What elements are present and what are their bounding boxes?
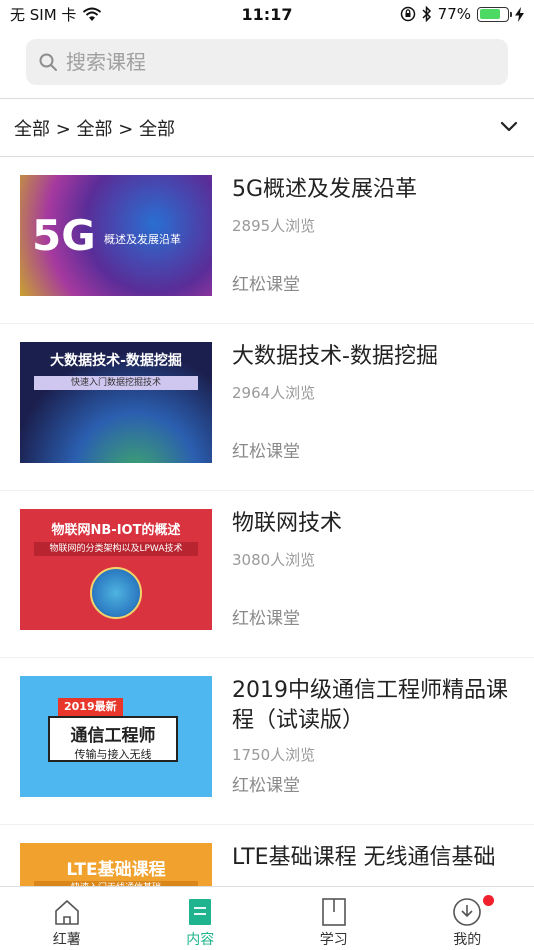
thumbnail-tag: 2019最新 <box>58 698 123 716</box>
course-views: 3080人浏览 <box>232 551 316 569</box>
search-bar[interactable] <box>26 39 508 85</box>
course-list: 5G 概述及发展沿革 5G概述及发展沿革 2895人浏览 红松课堂 大数据技术-… <box>0 157 534 950</box>
book-icon <box>321 898 346 926</box>
home-icon <box>54 900 79 925</box>
tab-home[interactable]: 红薯 <box>0 887 134 950</box>
course-title[interactable]: 2019中级通信工程师精品课程（试读版） <box>232 676 514 736</box>
course-item[interactable]: 物联网NB-IOT的概述 物联网的分类架构以及LPWA技术 物联网技术 3080… <box>0 491 534 658</box>
status-bar: 无 SIM 卡 11:17 77% <box>0 0 534 28</box>
header-divider <box>0 98 534 99</box>
category-filter[interactable]: 全部 > 全部 > 全部 <box>0 100 534 156</box>
thumbnail-subtext: 物联网的分类架构以及LPWA技术 <box>34 542 198 556</box>
course-thumbnail[interactable]: 5G 概述及发展沿革 <box>20 175 212 296</box>
carrier-label: 无 SIM 卡 <box>10 5 77 24</box>
search-icon <box>39 53 57 71</box>
course-organization: 红松课堂 <box>232 776 300 796</box>
course-info: 2019中级通信工程师精品课程（试读版） 1750人浏览 红松课堂 <box>232 676 514 824</box>
course-title[interactable]: LTE基础课程 无线通信基础 <box>232 843 514 873</box>
wifi-icon <box>83 7 102 21</box>
bluetooth-icon <box>422 6 431 22</box>
course-views: 2964人浏览 <box>232 384 316 402</box>
thumbnail-subtext: 传输与接入无线 <box>74 748 152 761</box>
status-right: 77% <box>400 5 524 23</box>
notification-badge <box>482 895 494 906</box>
thumbnail-text: 物联网NB-IOT的概述 <box>51 523 181 538</box>
bottom-tab-bar: 红薯 内容 学习 我的 <box>0 886 534 950</box>
course-title[interactable]: 大数据技术-数据挖掘 <box>232 342 514 372</box>
thumbnail-subtext: 快速入门数据挖掘技术 <box>34 376 198 390</box>
thumbnail-subtext: 概述及发展沿革 <box>104 233 181 246</box>
category-breadcrumb[interactable]: 全部 > 全部 > 全部 <box>14 115 175 141</box>
course-info: 物联网技术 3080人浏览 红松课堂 <box>232 509 514 657</box>
tab-label: 红薯 <box>52 932 81 948</box>
thumbnail-text: LTE基础课程 <box>66 860 166 880</box>
thumbnail-text: 5G <box>32 211 96 260</box>
course-views: 2895人浏览 <box>232 217 316 235</box>
course-info: 5G概述及发展沿革 2895人浏览 红松课堂 <box>232 175 514 323</box>
course-item[interactable]: 大数据技术-数据挖掘 快速入门数据挖掘技术 大数据技术-数据挖掘 2964人浏览… <box>0 324 534 491</box>
tab-label: 内容 <box>186 932 215 948</box>
course-thumbnail[interactable]: 2019最新 通信工程师 传输与接入无线 <box>20 676 212 797</box>
course-organization: 红松课堂 <box>232 609 300 629</box>
course-thumbnail[interactable]: 物联网NB-IOT的概述 物联网的分类架构以及LPWA技术 <box>20 509 212 630</box>
course-title[interactable]: 物联网技术 <box>232 509 514 539</box>
profile-download-icon <box>453 898 482 926</box>
tab-study[interactable]: 学习 <box>267 887 401 950</box>
tab-content[interactable]: 内容 <box>134 887 268 950</box>
status-left: 无 SIM 卡 <box>10 4 102 25</box>
tab-mine[interactable]: 我的 <box>401 887 534 950</box>
battery-level-fill <box>479 9 501 19</box>
course-title[interactable]: 5G概述及发展沿革 <box>232 175 514 205</box>
course-organization: 红松课堂 <box>232 275 300 295</box>
course-item[interactable]: 2019最新 通信工程师 传输与接入无线 2019中级通信工程师精品课程（试读版… <box>0 658 534 825</box>
tab-label: 学习 <box>319 932 348 948</box>
globe-illustration <box>90 567 142 619</box>
content-icon <box>189 899 212 925</box>
course-thumbnail[interactable]: 大数据技术-数据挖掘 快速入门数据挖掘技术 <box>20 342 212 463</box>
tab-label: 我的 <box>453 932 482 948</box>
course-info: 大数据技术-数据挖掘 2964人浏览 红松课堂 <box>232 342 514 490</box>
chevron-down-icon[interactable] <box>498 115 520 141</box>
search-input[interactable] <box>66 50 486 74</box>
thumbnail-card: 通信工程师 传输与接入无线 <box>48 716 178 762</box>
course-item[interactable]: 5G 概述及发展沿革 5G概述及发展沿革 2895人浏览 红松课堂 <box>0 157 534 324</box>
rotation-lock-icon <box>400 6 415 22</box>
course-organization: 红松课堂 <box>232 442 300 462</box>
thumbnail-text: 大数据技术-数据挖掘 <box>50 353 182 369</box>
battery-icon <box>477 6 512 22</box>
course-views: 1750人浏览 <box>232 746 316 764</box>
battery-percent: 77% <box>437 5 471 23</box>
charging-icon <box>515 6 524 22</box>
thumbnail-text: 通信工程师 <box>70 726 156 746</box>
